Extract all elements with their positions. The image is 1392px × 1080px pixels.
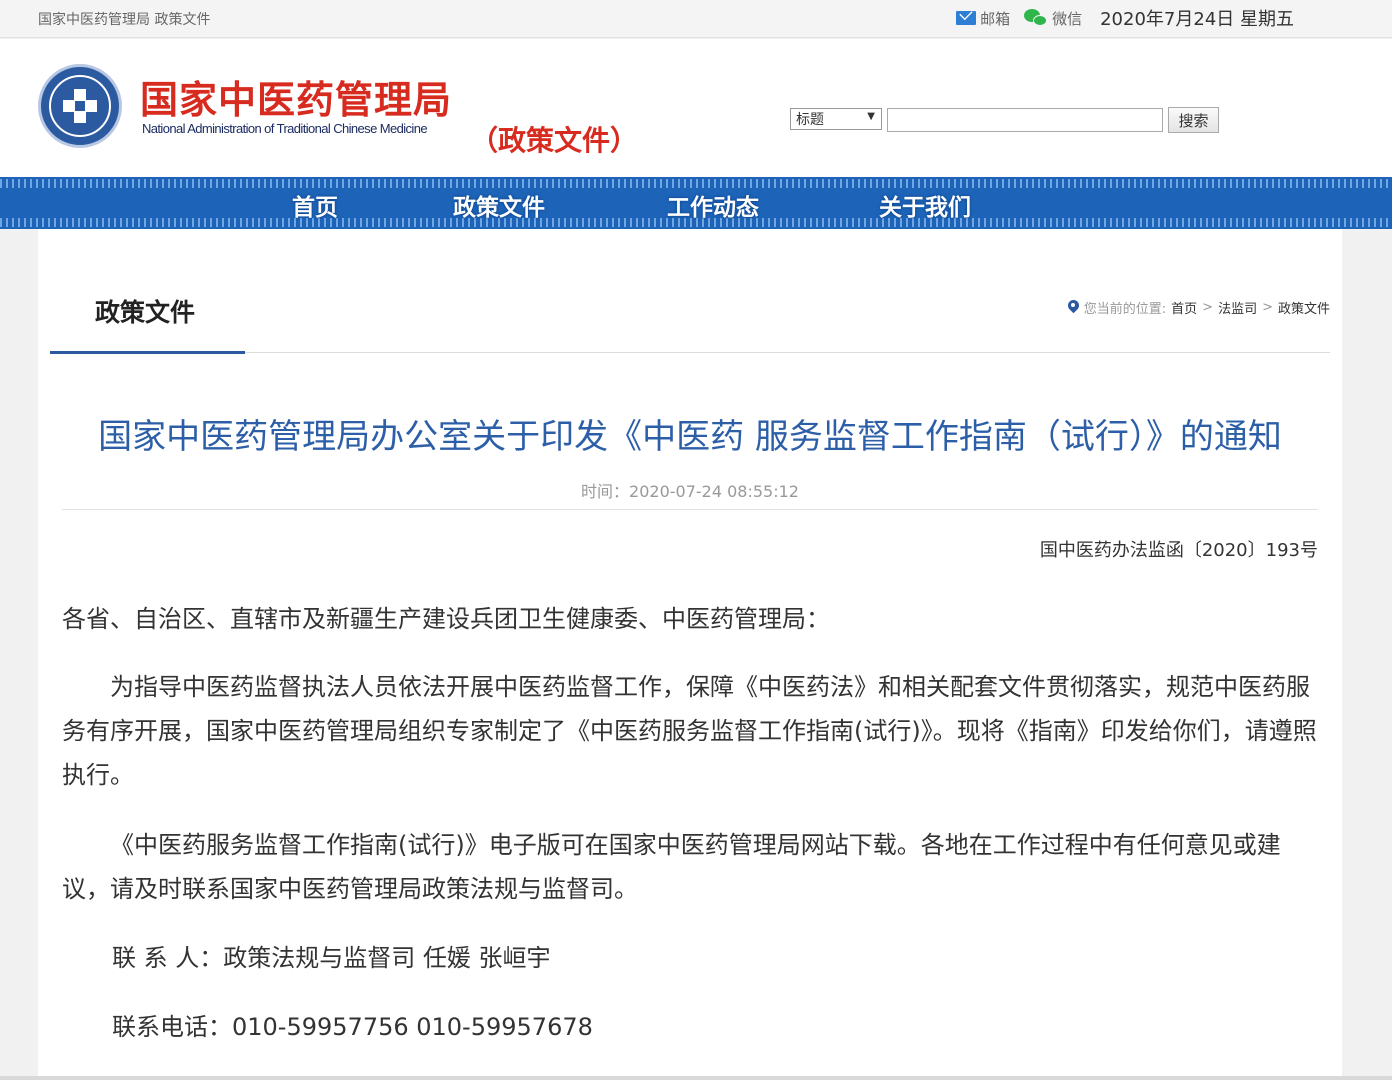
nav-item-news[interactable]: 工作动态 [667,188,759,222]
article-paragraph: 《中医药服务监督工作指南(试行)》电子版可在国家中医药管理局网站下载。各地在工作… [62,831,1281,903]
mail-icon [956,11,977,25]
location-pin-icon [1068,300,1079,315]
nav-item-home[interactable]: 首页 [292,188,338,222]
panel-divider [245,352,1330,353]
main-nav: 首页 政策文件 工作动态 关于我们 [0,177,1392,229]
mail-label: 邮箱 [980,9,1011,28]
search-input[interactable] [887,108,1163,132]
bottom-divider [0,1076,1392,1080]
wechat-label: 微信 [1052,9,1083,28]
nav-item-policy[interactable]: 政策文件 [453,188,545,222]
crumb-separator: > [1202,300,1214,315]
search-type-select[interactable]: 标题 ▼ [790,108,882,130]
section-tag: （政策文件） [470,124,639,157]
wechat-icon [1024,9,1048,27]
article-divider [62,509,1318,510]
top-breadcrumb: 国家中医药管理局 政策文件 [38,12,211,28]
emblem-logo[interactable] [38,64,122,148]
article-title: 国家中医药管理局办公室关于印发《中医药 服务监督工作指南（试行）》的通知 [98,417,1282,457]
top-links: 邮箱 微信 2020年7月24日 星期五 [956,5,1294,31]
location-label: 您当前的位置: [1083,302,1167,317]
org-name-en: National Administration of Traditional C… [142,121,428,136]
crumb-separator: > [1262,300,1273,315]
article-phone: 联系电话：010-59957756 010-59957678 [112,1013,593,1041]
nav-pattern-top [0,179,1392,188]
search-type-value: 标题 [796,112,824,128]
wechat-link[interactable]: 微信 [1024,8,1082,29]
article-time: 时间：2020-07-24 08:55:12 [581,482,799,501]
article-salutation: 各省、自治区、直辖市及新疆生产建设兵团卫生健康委、中医药管理局： [62,605,830,633]
nav-item-about[interactable]: 关于我们 [879,188,971,222]
crumb-policy[interactable]: 政策文件 [1278,298,1330,317]
article-paragraph: 为指导中医药监督执法人员依法开展中医药监督工作，保障《中医药法》和相关配套文件贯… [62,673,1317,789]
top-bar: 国家中医药管理局 政策文件 邮箱 微信 2020年7月24日 星期五 [0,0,1392,38]
crumb-home[interactable]: 首页 [1171,298,1197,317]
content-panel: 政策文件 您当前的位置: 首页 > 法监司 > 政策文件 国家中医药管理局办公室… [38,229,1342,1080]
crumb-dept[interactable]: 法监司 [1218,298,1257,317]
document-number: 国中医药办法监函〔2020〕193号 [1039,540,1318,561]
panel-title-underline [50,351,245,354]
article-contact: 联 系 人：政策法规与监督司 任媛 张峘宇 [112,944,551,972]
site-header: 国家中医药管理局 National Administration of Trad… [0,39,1392,177]
chevron-down-icon: ▼ [867,111,875,122]
search-button[interactable]: 搜索 [1168,107,1219,133]
panel-title: 政策文件 [95,298,196,327]
org-name-cn[interactable]: 国家中医药管理局 [140,69,452,124]
location-breadcrumb: 您当前的位置: 首页 > 法监司 > 政策文件 [1068,298,1330,317]
current-date: 2020年7月24日 星期五 [1100,9,1294,30]
mail-link[interactable]: 邮箱 [956,8,1010,29]
